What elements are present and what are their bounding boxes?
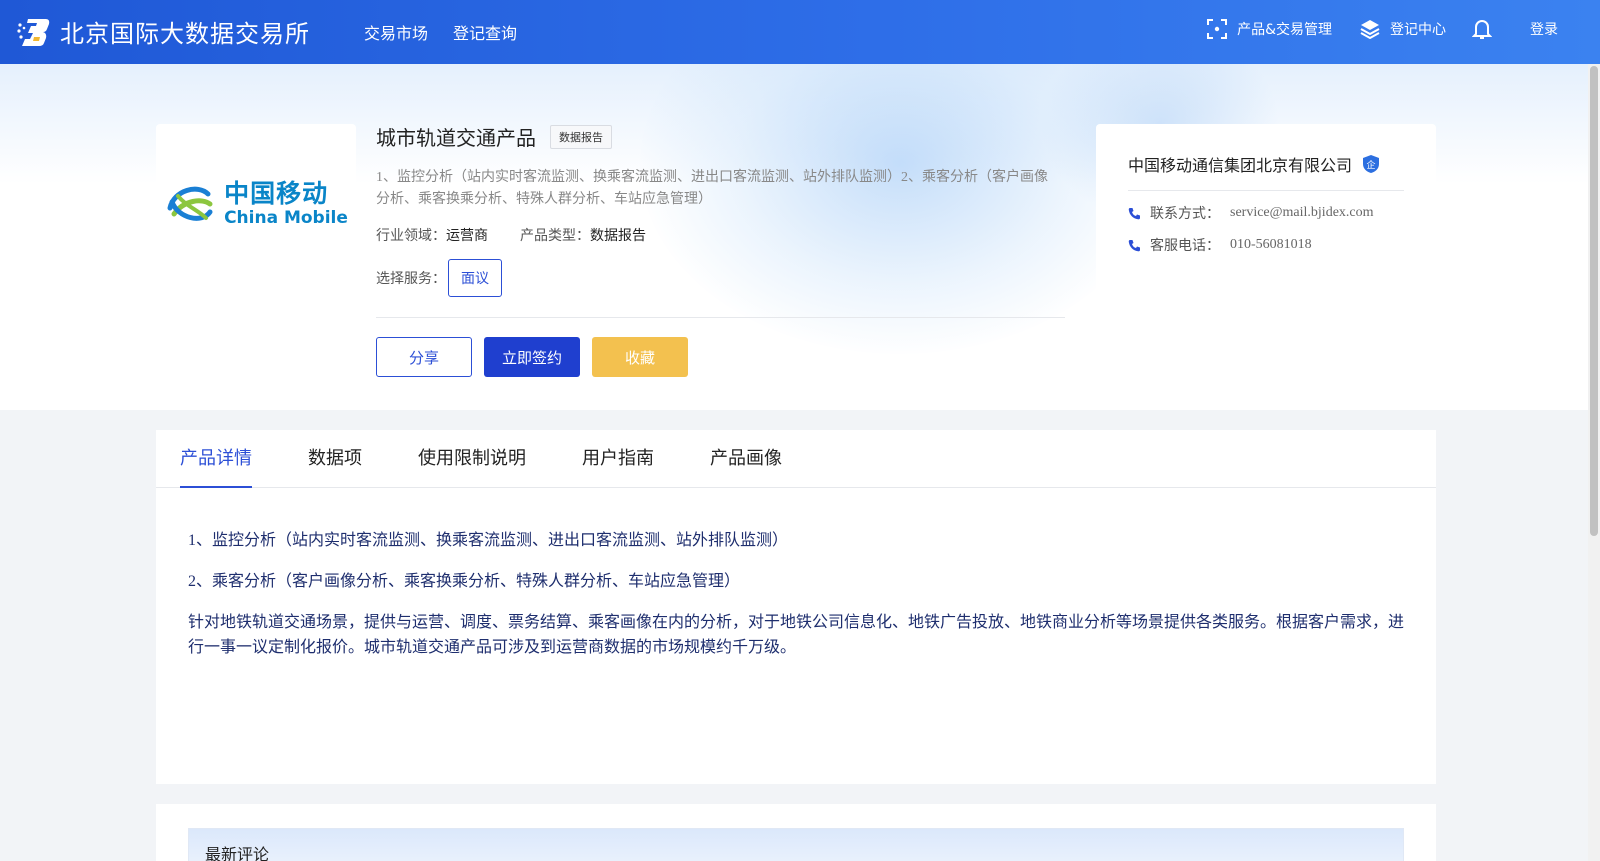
phone-icon xyxy=(1128,207,1140,219)
scan-icon xyxy=(1207,19,1228,39)
login-link[interactable]: 登录 xyxy=(1530,19,1558,39)
enterprise-badge-text: 企 xyxy=(1367,159,1376,171)
header-right: 产品&交易管理 登记中心 登录 xyxy=(1179,18,1558,40)
china-mobile-emblem-icon xyxy=(167,186,213,221)
tab-product-details[interactable]: 产品详情 xyxy=(180,430,252,488)
tab-user-guide[interactable]: 用户指南 xyxy=(582,430,654,487)
phone-number: 010-56081018 xyxy=(1230,237,1312,252)
product-info: 城市轨道交通产品 数据报告 1、监控分析（站内实时客流监测、换乘客流监测、进出口… xyxy=(376,122,1066,297)
product-type-value: 数据报告 xyxy=(590,228,646,244)
share-button[interactable]: 分享 xyxy=(376,337,472,377)
china-mobile-logo: 中国移动 China Mobile xyxy=(164,178,348,230)
main-nav: 交易市场 登记查询 xyxy=(364,20,542,44)
layers-icon xyxy=(1360,20,1380,39)
product-trade-management-label: 产品&交易管理 xyxy=(1237,22,1332,38)
logo-text-cn: 中国移动 xyxy=(224,179,329,208)
hero-divider xyxy=(376,317,1065,318)
product-detail-panel: 产品详情 数据项 使用限制说明 用户指南 产品画像 1、监控分析（站内实时客流监… xyxy=(156,430,1436,784)
product-type-tag: 数据报告 xyxy=(550,124,612,149)
comments-panel: 最新评论 xyxy=(156,804,1436,861)
contact-email[interactable]: service@mail.bjidex.com xyxy=(1230,205,1374,221)
industry-value: 运营商 xyxy=(446,228,488,244)
company-card: 中国移动通信集团北京有限公司 企 联系方式： service@mail.bjid… xyxy=(1096,124,1436,406)
logo-text-en: China Mobile xyxy=(224,208,348,228)
contact-email-row: 联系方式： service@mail.bjidex.com xyxy=(1128,203,1404,223)
product-actions: 分享 立即签约 收藏 xyxy=(376,337,700,377)
tab-product-profile[interactable]: 产品画像 xyxy=(710,430,782,487)
tab-usage-restrictions[interactable]: 使用限制说明 xyxy=(418,430,526,487)
enterprise-verified-icon: 企 xyxy=(1363,155,1380,173)
provider-logo-card: 中国移动 China Mobile xyxy=(156,124,356,284)
detail-content: 1、监控分析（站内实时客流监测、换乘客流监测、进出口客流监测、站外排队监测） 2… xyxy=(156,488,1436,660)
product-description: 1、监控分析（站内实时客流监测、换乘客流监测、进出口客流监测、站外排队监测）2、… xyxy=(376,170,1048,207)
detail-paragraph: 针对地铁轨道交通场景，提供与运营、调度、票务结算、乘客画像在内的分析，对于地铁公… xyxy=(188,614,1405,656)
comments-title: 最新评论 xyxy=(188,828,1404,861)
product-trade-management-link[interactable]: 产品&交易管理 xyxy=(1207,19,1332,39)
scrollbar-thumb[interactable] xyxy=(1590,66,1598,536)
phone-label: 客服电话： xyxy=(1150,238,1220,254)
company-name[interactable]: 中国移动通信集团北京有限公司 xyxy=(1128,152,1352,176)
bell-icon[interactable] xyxy=(1472,18,1492,40)
favorite-button[interactable]: 收藏 xyxy=(592,337,688,377)
product-type-field: 产品类型：数据报告 xyxy=(520,225,646,245)
detail-paragraph: 1、监控分析（站内实时客流监测、换乘客流监测、进出口客流监测、站外排队监测） xyxy=(188,532,789,549)
brand-name: 北京国际大数据交易所 xyxy=(60,20,310,48)
registry-center-label: 登记中心 xyxy=(1390,22,1446,38)
nav-trade-market[interactable]: 交易市场 xyxy=(364,20,428,44)
page-scrollbar[interactable] xyxy=(1588,64,1600,861)
detail-tabs: 产品详情 数据项 使用限制说明 用户指南 产品画像 xyxy=(156,430,1436,488)
industry-label: 行业领域： xyxy=(376,228,446,244)
registry-center-link[interactable]: 登记中心 xyxy=(1360,19,1446,39)
industry-field: 行业领域：运营商 xyxy=(376,225,488,245)
top-navigation-bar: 北京国际大数据交易所 交易市场 登记查询 产品&交易管理 登记中心 登录 xyxy=(0,0,1600,64)
product-title: 城市轨道交通产品 xyxy=(376,126,536,150)
sign-now-button[interactable]: 立即签约 xyxy=(484,337,580,377)
brand-logo-icon xyxy=(17,18,50,46)
brand[interactable]: 北京国际大数据交易所 xyxy=(16,14,310,49)
company-divider xyxy=(1128,190,1404,191)
tab-data-items[interactable]: 数据项 xyxy=(308,430,362,487)
contact-label: 联系方式： xyxy=(1150,206,1220,222)
product-type-label: 产品类型： xyxy=(520,228,590,244)
contact-phone-row: 客服电话： 010-56081018 xyxy=(1128,235,1404,255)
service-label: 选择服务： xyxy=(376,271,446,287)
service-option-negotiable[interactable]: 面议 xyxy=(448,259,502,297)
phone-icon xyxy=(1128,239,1140,251)
nav-registry-query[interactable]: 登记查询 xyxy=(453,20,517,44)
detail-paragraph: 2、乘客分析（客户画像分析、乘客换乘分析、特殊人群分析、车站应急管理） xyxy=(188,573,741,590)
